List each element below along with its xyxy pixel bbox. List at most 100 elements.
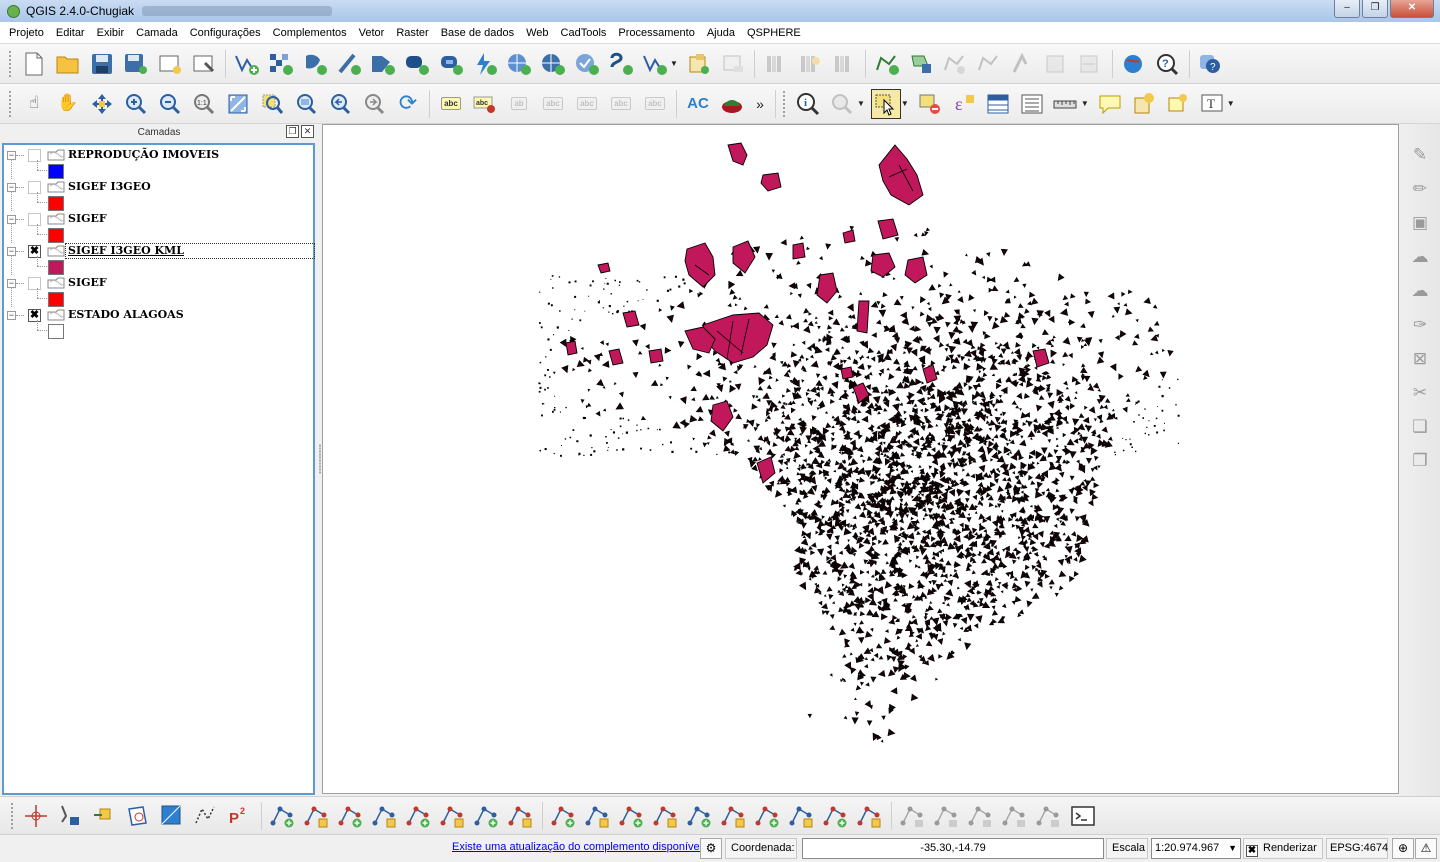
point-xy-icon[interactable] — [55, 801, 85, 831]
layer-item[interactable]: − SIGEF I3GEO — [4, 179, 314, 211]
delete-selected-icon[interactable]: ⊠ — [1406, 345, 1434, 373]
menu-web[interactable]: Web — [520, 22, 554, 44]
layer-visibility-checkbox[interactable] — [28, 213, 41, 226]
node-yellow-icon[interactable] — [268, 801, 298, 831]
collapse-icon[interactable]: − — [7, 151, 16, 160]
maximize-button[interactable]: ❐ — [1362, 0, 1388, 18]
points-yellow-icon[interactable] — [336, 801, 366, 831]
open-project-icon[interactable] — [53, 49, 83, 79]
layer-symbol[interactable] — [48, 260, 64, 275]
copy-features-icon[interactable]: ❏ — [1406, 413, 1434, 441]
layer-name[interactable]: SIGEF I3GEO KML — [68, 244, 184, 258]
menu-base-de-dados[interactable]: Base de dados — [435, 22, 520, 44]
whats-this-icon[interactable]: ? — [1196, 49, 1226, 79]
chevron-down-icon[interactable]: ▼ — [1227, 99, 1235, 108]
layer-symbol[interactable] — [48, 196, 64, 211]
float-panel-button[interactable]: ❐ — [286, 125, 299, 138]
menu-qsphere[interactable]: QSPHERE — [741, 22, 807, 44]
layer-name[interactable]: REPRODUÇÃO IMOVEIS — [68, 148, 219, 162]
zoom-full-icon[interactable] — [223, 89, 253, 119]
add-postgis-layer-icon[interactable] — [300, 49, 330, 79]
edit-pencil-icon[interactable]: ✏ — [1406, 175, 1434, 203]
line-red-4-icon[interactable] — [787, 801, 817, 831]
autocomplete-label-button[interactable]: AC — [683, 89, 713, 119]
field-calculator-icon[interactable]: ε — [949, 89, 979, 119]
plugin-map-icon[interactable] — [717, 89, 747, 119]
save-disk-icon[interactable]: ▣ — [1406, 209, 1434, 237]
pan-map-icon[interactable]: ✋ — [53, 89, 83, 119]
zoom-out-icon[interactable] — [155, 89, 185, 119]
close-window-button[interactable]: ✕ — [1390, 0, 1434, 18]
layer-name[interactable]: ESTADO ALAGOAS — [68, 308, 184, 322]
attribute-table-icon[interactable] — [983, 89, 1013, 119]
curve-grey-2-icon[interactable] — [932, 801, 962, 831]
layer-labeling-icon[interactable]: abc — [436, 89, 466, 119]
pin-labels-icon[interactable]: ab — [504, 89, 534, 119]
add-feature-icon[interactable] — [872, 49, 902, 79]
composer-manager-icon[interactable] — [189, 49, 219, 79]
line-red-2-icon[interactable] — [719, 801, 749, 831]
crs-status-button[interactable]: EPSG:4674 — [1326, 838, 1388, 859]
more-tools-icon[interactable]: » — [751, 89, 769, 119]
chevron-down-icon[interactable]: ▼ — [901, 99, 909, 108]
line-blue-2-icon[interactable] — [506, 801, 536, 831]
add-ring-icon[interactable]: ☁ — [1406, 243, 1434, 271]
line-blue-3-icon[interactable] — [855, 801, 885, 831]
layer-tree[interactable]: − REPRODUÇÃO IMOVEIS − SIGEF I3GEO − SIG… — [2, 143, 315, 795]
layer-visibility-checkbox[interactable]: ✖ — [28, 309, 41, 322]
refresh-icon[interactable]: ⟳ — [393, 89, 423, 119]
layer-visibility-checkbox[interactable] — [28, 277, 41, 290]
node-add-icon[interactable] — [302, 801, 332, 831]
minimize-button[interactable]: – — [1334, 0, 1360, 18]
menu-cadtools[interactable]: CadTools — [555, 22, 613, 44]
layer-item[interactable]: − SIGEF — [4, 275, 314, 307]
zoom-to-layer-icon[interactable] — [291, 89, 321, 119]
warning-icon[interactable]: ⚠ — [1415, 838, 1437, 859]
layer-item-selected[interactable]: − ✖ SIGEF I3GEO KML — [4, 243, 315, 275]
save-project-icon[interactable] — [87, 49, 117, 79]
save-as-icon[interactable] — [121, 49, 151, 79]
move-feature-icon[interactable] — [1042, 49, 1072, 79]
menu-exibir[interactable]: Exibir — [91, 22, 131, 44]
new-spatialite-layer-icon[interactable] — [640, 49, 670, 79]
line-red-3-icon[interactable] — [753, 801, 783, 831]
menu-complementos[interactable]: Complementos — [267, 22, 353, 44]
add-wfs-layer-2-icon[interactable] — [572, 49, 602, 79]
toggle-editing-icon[interactable] — [761, 49, 791, 79]
split-feature-icon[interactable] — [1076, 49, 1106, 79]
node-red-2-icon[interactable] — [438, 801, 468, 831]
menu-raster[interactable]: Raster — [390, 22, 434, 44]
pan-to-selection-icon[interactable] — [87, 89, 117, 119]
map-canvas[interactable] — [322, 124, 1399, 794]
grid-grey-icon[interactable] — [1000, 801, 1030, 831]
add-wms-layer-icon[interactable] — [368, 49, 398, 79]
curve-grey-icon[interactable] — [898, 801, 928, 831]
add-wfs-layer-icon[interactable] — [538, 49, 568, 79]
digitize-polygon-icon[interactable] — [906, 49, 936, 79]
chevron-down-icon[interactable]: ▼ — [1228, 839, 1237, 858]
select-features-icon[interactable] — [870, 88, 901, 119]
layer-visibility-checkbox[interactable]: ✖ — [28, 245, 41, 258]
current-edits-icon[interactable] — [829, 49, 859, 79]
map-tips-icon[interactable] — [1095, 89, 1125, 119]
menu-camada[interactable]: Camada — [130, 22, 184, 44]
new-project-icon[interactable] — [19, 49, 49, 79]
menu-ajuda[interactable]: Ajuda — [701, 22, 741, 44]
layer-symbol[interactable] — [48, 324, 64, 339]
layer-symbol[interactable] — [48, 164, 64, 179]
line-tool-icon[interactable] — [191, 801, 221, 831]
add-spatialite-layer-icon[interactable] — [334, 49, 364, 79]
toolbar-grip[interactable] — [10, 801, 14, 830]
chevron-down-icon[interactable]: ▼ — [670, 59, 678, 68]
zoom-actual-size-icon[interactable]: 1:1 — [189, 89, 219, 119]
p2-tool-icon[interactable]: P2 — [225, 801, 255, 831]
new-bookmark-icon[interactable] — [1129, 89, 1159, 119]
show-bookmarks-icon[interactable] — [1163, 89, 1193, 119]
globe-plugin-icon[interactable] — [1119, 49, 1149, 79]
chevron-down-icon[interactable]: ▼ — [1081, 99, 1089, 108]
scale-combobox[interactable]: 1:20.974.967 ▼ — [1151, 838, 1241, 859]
zoom-in-icon[interactable] — [121, 89, 151, 119]
collapse-icon[interactable]: − — [7, 279, 16, 288]
layer-name[interactable]: SIGEF — [68, 212, 107, 226]
move-label-icon[interactable]: abc — [572, 89, 602, 119]
